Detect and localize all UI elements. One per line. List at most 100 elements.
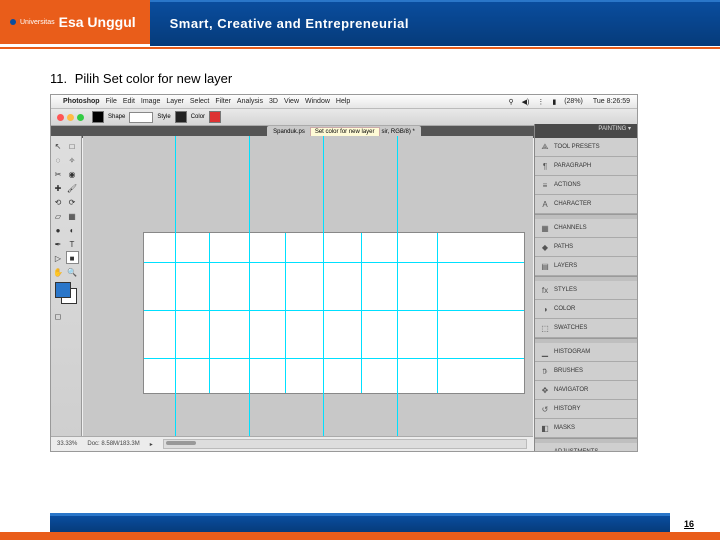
menu-help[interactable]: Help bbox=[336, 98, 350, 105]
app-menu[interactable]: Photoshop bbox=[63, 98, 100, 105]
menu-file[interactable]: File bbox=[106, 98, 117, 105]
battery-icon[interactable]: ▮ bbox=[552, 98, 556, 106]
character-icon: A bbox=[540, 199, 550, 209]
hand-tool[interactable]: ✋ bbox=[52, 265, 65, 278]
slide-footer: 16 bbox=[0, 513, 720, 540]
spotlight-icon[interactable]: ⚲ bbox=[508, 98, 513, 106]
zoom-level[interactable]: 33.33% bbox=[57, 441, 77, 447]
menu-select[interactable]: Select bbox=[190, 98, 209, 105]
panel-label: COLOR bbox=[554, 306, 575, 312]
eraser-tool[interactable]: ▱ bbox=[52, 209, 65, 222]
layers-icon: ▤ bbox=[540, 261, 550, 271]
traffic-lights[interactable] bbox=[57, 114, 84, 121]
brand-logo: Universitas Esa Unggul bbox=[0, 0, 150, 44]
workspace-switcher[interactable]: PAINTING ▾ bbox=[535, 124, 637, 138]
history-brush-tool[interactable]: ⟳ bbox=[66, 195, 79, 208]
marquee-tool[interactable]: □ bbox=[66, 139, 79, 152]
panel-label: PARAGRAPH bbox=[554, 163, 591, 169]
panel-label: SWATCHES bbox=[554, 325, 587, 331]
panel-histogram[interactable]: ▁HISTOGRAM bbox=[535, 343, 637, 362]
panel-label: CHARACTER bbox=[554, 201, 591, 207]
menu-edit[interactable]: Edit bbox=[123, 98, 135, 105]
navigator-icon: ✥ bbox=[540, 385, 550, 395]
crop-tool[interactable]: ✂ bbox=[52, 167, 65, 180]
panel-swatches[interactable]: ⬚SWATCHES bbox=[535, 319, 637, 338]
brush-tool[interactable]: 🖌 bbox=[66, 181, 79, 194]
opt-label: Shape bbox=[108, 114, 125, 120]
panel-paths[interactable]: ◆PATHS bbox=[535, 238, 637, 257]
move-tool[interactable]: ↖ bbox=[52, 139, 65, 152]
panel-tool-presets[interactable]: ⟁ TOOL PRESETS bbox=[535, 138, 637, 157]
opt-label2: Style bbox=[157, 114, 170, 120]
panel-color[interactable]: ◑ COLOR bbox=[535, 300, 637, 319]
paragraph-icon: ¶ bbox=[540, 161, 550, 171]
panel-label: HISTOGRAM bbox=[554, 349, 590, 355]
panel-label: ADJUSTMENTS bbox=[554, 449, 598, 452]
foreground-color-swatch[interactable] bbox=[55, 282, 71, 298]
workspace[interactable] bbox=[83, 136, 533, 437]
styles-icon: fx bbox=[540, 285, 550, 295]
brand-small: Universitas bbox=[20, 19, 55, 26]
tool presets-icon: ⟁ bbox=[540, 142, 550, 152]
toolbox: ↖ □ ◌ ✧ ✂ ◉ ✚ 🖌 ⟲ ⟳ ▱ ▦ ● ◐ ✒ T ▷ ■ ✋ 🔍 … bbox=[51, 136, 82, 437]
actions-icon: ≡ bbox=[540, 180, 550, 190]
dodge-tool[interactable]: ◐ bbox=[66, 223, 79, 236]
panel-navigator[interactable]: ✥NAVIGATOR bbox=[535, 381, 637, 400]
menu-filter[interactable]: Filter bbox=[215, 98, 231, 105]
heal-tool[interactable]: ✚ bbox=[52, 181, 65, 194]
volume-icon[interactable]: ◀) bbox=[522, 98, 530, 106]
blur-tool[interactable]: ● bbox=[52, 223, 65, 236]
foreground-background-color[interactable] bbox=[53, 280, 79, 306]
stamp-tool[interactable]: ⟲ bbox=[52, 195, 65, 208]
canvas[interactable] bbox=[143, 232, 525, 394]
tool-preset-swatch[interactable] bbox=[92, 111, 104, 123]
wand-tool[interactable]: ✧ bbox=[66, 153, 79, 166]
panel-character[interactable]: A CHARACTER bbox=[535, 195, 637, 214]
opt-shape-dropdown[interactable] bbox=[129, 112, 153, 123]
h-scrollbar[interactable] bbox=[163, 439, 527, 449]
panel-label: TOOL PRESETS bbox=[554, 144, 600, 150]
footer-orange-bar bbox=[0, 532, 720, 540]
header-blue-bar: Smart, Creative and Entrepreneurial bbox=[150, 0, 720, 46]
path-select-tool[interactable]: ▷ bbox=[52, 251, 65, 264]
status-bar: 33.33% Doc: 8.58M/183.3M ▸ bbox=[51, 436, 533, 451]
eyedropper-tool[interactable]: ◉ bbox=[66, 167, 79, 180]
opt-color-swatch[interactable] bbox=[209, 111, 221, 123]
zoom-tool[interactable]: 🔍 bbox=[66, 265, 79, 278]
panel-paragraph[interactable]: ¶ PARAGRAPH bbox=[535, 157, 637, 176]
quickmask-toggle[interactable]: ◻ bbox=[52, 309, 65, 322]
menu-layer[interactable]: Layer bbox=[166, 98, 184, 105]
panel-label: STYLES bbox=[554, 287, 577, 293]
panel-adjustments[interactable]: ◐ADJUSTMENTS bbox=[535, 443, 637, 452]
slide-tagline: Smart, Creative and Entrepreneurial bbox=[170, 16, 409, 31]
masks-icon: ◧ bbox=[540, 423, 550, 433]
pen-tool[interactable]: ✒ bbox=[52, 237, 65, 250]
panel-history[interactable]: ↺HISTORY bbox=[535, 400, 637, 419]
right-panel: PAINTING ▾ ⟁ TOOL PRESETS ¶ PARAGRAPH ≡ACTIO… bbox=[534, 124, 637, 451]
menu-window[interactable]: Window bbox=[305, 98, 330, 105]
panel-label: LAYERS bbox=[554, 263, 577, 269]
menu-view[interactable]: View bbox=[284, 98, 299, 105]
menu-image[interactable]: Image bbox=[141, 98, 160, 105]
type-tool[interactable]: T bbox=[66, 237, 79, 250]
menu-3d[interactable]: 3D bbox=[269, 98, 278, 105]
panel-layers[interactable]: ▤ LAYERS bbox=[535, 257, 637, 276]
lasso-tool[interactable]: ◌ bbox=[52, 153, 65, 166]
wifi-icon[interactable]: ⋮ bbox=[537, 98, 544, 106]
mac-menubar: Photoshop File Edit Image Layer Select F… bbox=[51, 95, 637, 109]
panel-channels[interactable]: ▦CHANNELS bbox=[535, 219, 637, 238]
panel-actions[interactable]: ≡ACTIONS bbox=[535, 176, 637, 195]
panel-label: CHANNELS bbox=[554, 225, 587, 231]
shape-tool[interactable]: ■ bbox=[66, 251, 79, 264]
menu-analysis[interactable]: Analysis bbox=[237, 98, 263, 105]
panel-masks[interactable]: ◧ MASKS bbox=[535, 419, 637, 438]
color-icon: ◑ bbox=[540, 304, 550, 314]
panel-label: HISTORY bbox=[554, 406, 580, 412]
panel-styles[interactable]: fx STYLES bbox=[535, 281, 637, 300]
panel-label: PATHS bbox=[554, 244, 573, 250]
gradient-tool[interactable]: ▦ bbox=[66, 209, 79, 222]
panel-brushes[interactable]: 𖠚BRUSHES bbox=[535, 362, 637, 381]
info-arrow-icon[interactable]: ▸ bbox=[150, 441, 153, 448]
panel-label: MASKS bbox=[554, 425, 575, 431]
opt-style-swatch[interactable] bbox=[175, 111, 187, 123]
